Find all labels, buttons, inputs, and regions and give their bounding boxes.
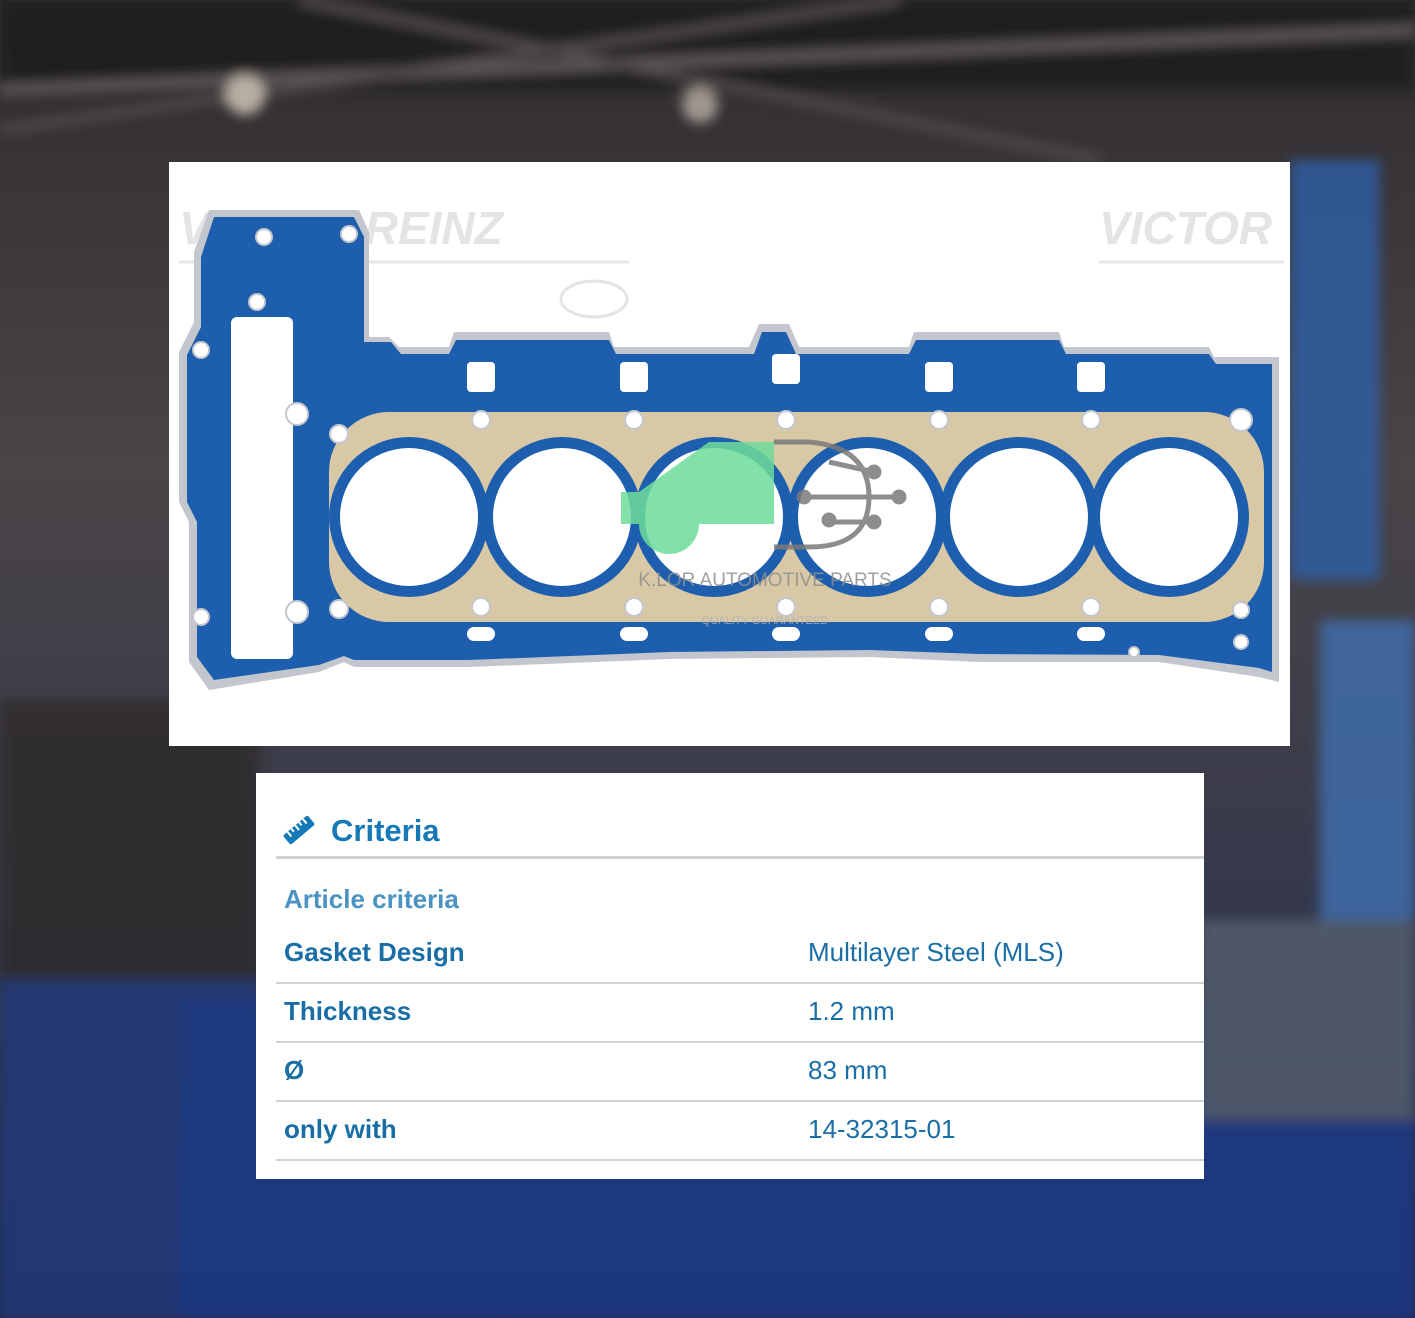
- overlay-company-name: K.LOR AUTOMOTIVE PARTS: [638, 570, 891, 591]
- overlay-tagline: QUALITY GUARANTEED: [702, 615, 828, 627]
- criteria-value: 83 mm: [808, 1055, 888, 1085]
- criteria-value: Multilayer Steel (MLS): [808, 937, 1064, 967]
- criteria-header: Criteria: [276, 811, 1204, 859]
- criteria-label: Ø: [284, 1055, 305, 1085]
- criteria-row: Thickness 1.2 mm: [276, 984, 1204, 1043]
- criteria-card: Criteria Article criteria Gasket Design …: [256, 773, 1204, 1179]
- gasket-image: VICTOR REINZ VICTOR: [179, 202, 1284, 690]
- criteria-title: Criteria: [331, 813, 440, 848]
- criteria-row: Ø 83 mm: [276, 1043, 1204, 1102]
- criteria-value: 14-32315-01: [808, 1114, 956, 1144]
- product-photo-card: VICTOR REINZ VICTOR: [169, 162, 1290, 746]
- criteria-label: only with: [284, 1114, 397, 1144]
- criteria-row: Gasket Design Multilayer Steel (MLS): [276, 925, 1204, 984]
- brand-watermark-right: VICTOR: [1099, 202, 1272, 254]
- criteria-row: only with 14-32315-01: [276, 1102, 1204, 1161]
- criteria-value: 1.2 mm: [808, 996, 895, 1026]
- criteria-label: Gasket Design: [284, 937, 465, 967]
- criteria-label: Thickness: [284, 996, 412, 1026]
- article-criteria-subtitle: Article criteria: [284, 884, 459, 914]
- ruler-icon: [283, 815, 315, 845]
